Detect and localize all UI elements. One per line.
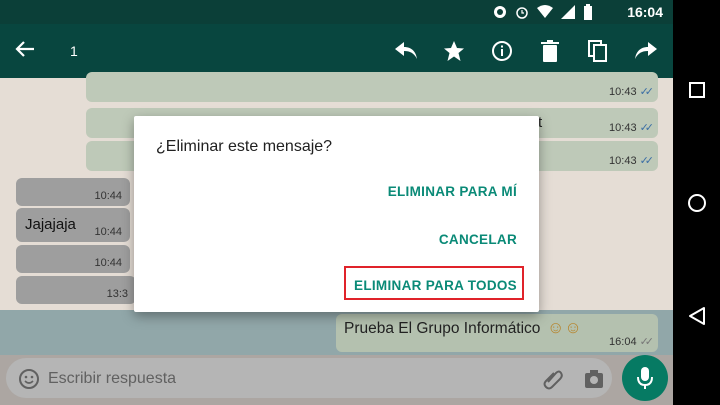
message-meta: 10:44 <box>94 226 122 238</box>
battery-icon <box>584 4 592 20</box>
emoji-icon[interactable] <box>18 368 40 390</box>
recents-icon[interactable] <box>686 79 708 101</box>
message-time: 10:43 <box>609 154 637 167</box>
star-icon[interactable] <box>439 37 469 65</box>
delete-for-everyone-button[interactable]: ELIMINAR PARA TODOS <box>354 278 517 293</box>
home-icon[interactable] <box>686 192 708 214</box>
message-time: 10:44 <box>94 226 122 238</box>
cancel-button[interactable]: CANCELAR <box>439 232 517 247</box>
message-meta: 10:43 ✓✓ <box>609 85 655 99</box>
info-icon[interactable] <box>487 37 517 65</box>
message-bubble[interactable]: 10:44 <box>16 245 130 273</box>
message-text: Jajajaja <box>25 216 76 233</box>
dialog-title: ¿Eliminar este mensaje? <box>156 138 333 155</box>
app-screen: 16:04 1 10:43 ✓✓ t 10:43 ✓✓ 10:43 ✓✓ 10:… <box>0 0 673 405</box>
signal-icon <box>561 5 575 19</box>
message-bubble[interactable]: Jajajaja 10:44 <box>16 208 130 242</box>
message-meta: 10:43 ✓✓ <box>609 154 655 168</box>
message-time: 10:44 <box>94 190 122 202</box>
selection-toolbar: 1 <box>0 24 673 78</box>
read-ticks-icon: ✓✓ <box>639 155 655 167</box>
clock-time: 16:04 <box>627 4 663 20</box>
message-meta: 10:44 <box>94 190 122 202</box>
message-bubble[interactable]: 10:43 ✓✓ <box>86 72 658 102</box>
emoji-icon: ☺☺ <box>547 318 582 337</box>
sent-ticks-icon: ✓✓ <box>639 336 655 348</box>
status-icons <box>493 4 593 20</box>
mic-icon <box>637 367 653 389</box>
mic-button[interactable] <box>622 355 668 401</box>
message-bubble[interactable]: 10:44 <box>16 178 130 206</box>
message-meta: 16:04 ✓✓ <box>609 335 655 349</box>
message-meta: 13:3 <box>107 288 128 300</box>
forward-icon[interactable] <box>631 37 661 65</box>
toolbar-actions <box>391 37 661 65</box>
delete-icon[interactable] <box>535 37 565 65</box>
wifi-icon <box>537 5 553 18</box>
message-time: 10:43 <box>609 121 637 134</box>
selected-count: 1 <box>70 43 78 59</box>
message-meta: 10:43 ✓✓ <box>609 121 655 135</box>
delete-for-me-button[interactable]: ELIMINAR PARA MÍ <box>388 184 517 199</box>
read-ticks-icon: ✓✓ <box>639 122 655 134</box>
message-bubble[interactable]: 13:3 <box>16 276 136 304</box>
delete-message-dialog: ¿Eliminar este mensaje? ELIMINAR PARA MÍ… <box>134 116 539 312</box>
message-time: 10:44 <box>94 257 122 269</box>
attach-icon[interactable] <box>542 368 564 390</box>
arrow-back-icon[interactable] <box>14 38 36 65</box>
reply-input[interactable]: Escribir respuesta <box>6 358 612 398</box>
reply-placeholder: Escribir respuesta <box>48 370 177 387</box>
message-meta: 10:44 <box>94 257 122 269</box>
message-bubble-selected[interactable]: Prueba El Grupo Informático ☺☺ 16:04 ✓✓ <box>336 314 658 352</box>
message-time: 10:43 <box>609 85 637 98</box>
sync-icon <box>494 6 506 18</box>
system-nav-bar <box>673 0 720 405</box>
message-text: Prueba El Grupo Informático <box>344 320 541 337</box>
message-time: 13:3 <box>106 288 128 300</box>
alarm-icon <box>516 7 528 19</box>
read-ticks-icon: ✓✓ <box>639 86 655 98</box>
back-icon[interactable] <box>686 305 708 327</box>
reply-icon[interactable] <box>391 37 421 65</box>
status-bar: 16:04 <box>0 0 673 24</box>
message-composer: Escribir respuesta <box>0 355 673 405</box>
message-time: 16:04 <box>609 335 637 348</box>
camera-icon[interactable] <box>583 368 605 390</box>
copy-icon[interactable] <box>583 37 613 65</box>
